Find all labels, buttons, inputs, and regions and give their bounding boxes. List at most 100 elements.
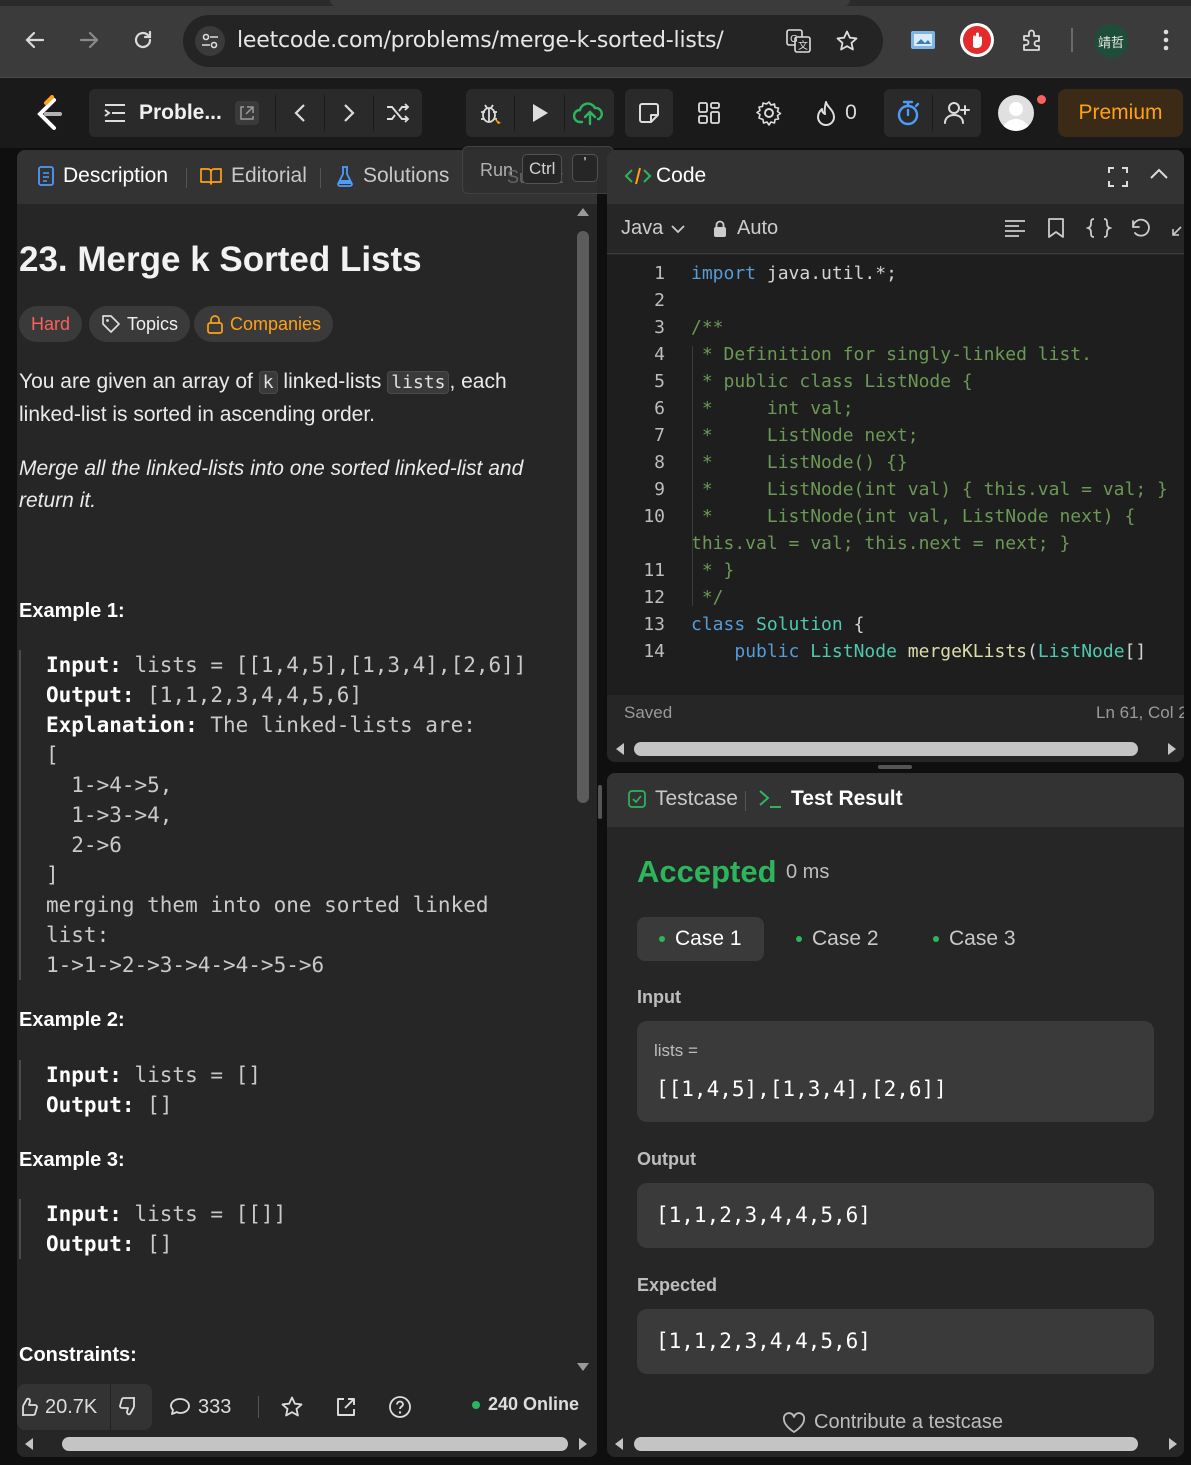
description-scrollbar[interactable] [576, 205, 590, 1375]
timer-button[interactable] [884, 89, 932, 137]
premium-button[interactable]: Premium [1058, 89, 1183, 137]
auto-mode-toggle[interactable]: Auto [713, 217, 778, 240]
case-pass-dot [796, 936, 802, 942]
settings-button[interactable] [746, 89, 792, 137]
scroll-thumb[interactable] [577, 231, 589, 803]
undo-icon [1132, 218, 1150, 237]
note-icon [639, 103, 659, 123]
vertical-resize-handle[interactable] [598, 785, 602, 819]
invite-button[interactable] [933, 89, 981, 137]
share-button[interactable] [334, 1395, 358, 1424]
result-hscroll-thumb[interactable] [634, 1437, 1138, 1451]
online-count: 240 Online [472, 1394, 579, 1415]
line-number: 4 [654, 344, 665, 365]
tab-editorial[interactable]: Editorial [199, 164, 307, 188]
tab-test-result[interactable]: Test Result [757, 787, 903, 811]
example-1-block: Input: lists = [[1,4,5],[1,3,4],[2,6]] O… [19, 650, 526, 980]
streak-counter[interactable]: 0 [808, 89, 864, 137]
adblock-extension-icon[interactable] [959, 22, 995, 58]
explanation-line: list: [46, 923, 110, 947]
reload-button[interactable] [125, 22, 161, 58]
reset-code-button[interactable] [1129, 217, 1151, 244]
code-hscroll-track [607, 737, 1184, 762]
case-label: Case 1 [675, 927, 742, 950]
bookmark-star-icon[interactable] [829, 23, 865, 59]
problem-list-button[interactable]: Proble... [89, 89, 274, 137]
address-bar[interactable]: leetcode.com/problems/merge-k-sorted-lis… [183, 15, 883, 67]
help-button[interactable] [388, 1395, 412, 1424]
braces-button[interactable] [1085, 217, 1113, 244]
submit-button[interactable] [565, 89, 614, 137]
tab-testcase[interactable]: Testcase [627, 787, 738, 811]
layout-button[interactable] [686, 89, 732, 137]
expected-value: [1,1,2,3,4,4,5,6] [656, 1329, 871, 1353]
output-label: Output: [46, 1232, 135, 1256]
back-button[interactable] [17, 22, 53, 58]
code-text: * ListNode(int val) { this.val = val; } [691, 479, 1168, 500]
tab-code[interactable]: Code [624, 164, 706, 188]
leetcode-logo[interactable] [32, 95, 66, 138]
line-number: 8 [654, 452, 665, 473]
code-line: 4 * Definition for singly-linked list. [607, 344, 1184, 371]
line-number: 3 [654, 317, 665, 338]
run-button[interactable] [515, 89, 564, 137]
code-text: this.val = val; this.next = next; } [691, 533, 1071, 554]
collapse-button[interactable] [1149, 167, 1169, 186]
dislike-button[interactable] [116, 1395, 142, 1424]
profile-avatar[interactable]: 靖哲 [1094, 24, 1128, 58]
case-tab-1[interactable]: Case 1 [637, 917, 764, 961]
case-tab-2[interactable]: Case 2 [774, 917, 901, 961]
example-2-block: Input: lists = [] Output: [] [19, 1060, 261, 1120]
translate-icon[interactable]: G文 [781, 23, 817, 59]
screenshot-extension-icon[interactable] [905, 22, 941, 58]
bookmark-button[interactable] [1047, 217, 1065, 244]
site-settings-icon[interactable] [195, 26, 225, 56]
debug-button[interactable] [466, 89, 514, 137]
favorite-button[interactable] [280, 1395, 304, 1424]
contribute-testcase-button[interactable]: Contribute a testcase [782, 1411, 1003, 1434]
companies-tag-button[interactable]: Companies [194, 306, 334, 342]
discussion-button[interactable]: 333 [168, 1384, 231, 1430]
expand-editor-button[interactable] [1171, 224, 1183, 242]
stopwatch-icon [897, 100, 920, 126]
inline-code-lists: lists [387, 371, 450, 394]
notes-button[interactable] [625, 89, 673, 137]
scroll-right-arrow-icon [1169, 1438, 1177, 1450]
case-tab-3[interactable]: Case 3 [911, 917, 1038, 961]
play-icon [532, 104, 548, 122]
star-icon [281, 1396, 303, 1417]
next-problem-button[interactable] [325, 89, 373, 137]
code-hscroll-thumb[interactable] [634, 742, 1138, 756]
code-line: 7 * ListNode next; [607, 425, 1184, 452]
tab-solutions[interactable]: Solutions [335, 164, 449, 188]
format-button[interactable] [1004, 218, 1026, 243]
code-editor[interactable]: 1 import java.util.*; 2 3 /** 4 * Definition … [607, 255, 1184, 695]
example-input: lists = [[1,4,5],[1,3,4],[2,6]] [121, 653, 527, 677]
forward-button[interactable] [71, 22, 107, 58]
tab-description[interactable]: Description [37, 164, 168, 188]
browser-menu-icon[interactable] [1148, 22, 1184, 58]
footer-divider [258, 1396, 259, 1418]
expected-box: [1,1,2,3,4,4,5,6] [637, 1309, 1154, 1374]
reload-icon [134, 30, 152, 49]
explanation-line: [ [46, 743, 59, 767]
panel-resize-handle[interactable] [878, 765, 912, 769]
problem-list-label: Proble... [139, 101, 222, 124]
input-box: lists = [[1,4,5],[1,3,4],[2,6]] [637, 1021, 1154, 1122]
code-text: * ListNode() {} [691, 452, 908, 473]
language-select[interactable]: Java [621, 217, 685, 240]
like-button[interactable]: 20.7K [17, 1384, 97, 1430]
description-hscroll-thumb[interactable] [62, 1437, 568, 1451]
gear-icon [756, 101, 782, 126]
user-avatar[interactable] [998, 95, 1034, 131]
random-problem-button[interactable] [374, 89, 422, 137]
explanation-line: merging them into one sorted linked [46, 893, 489, 917]
maximize-button[interactable] [1107, 166, 1129, 193]
topics-tag-button[interactable]: Topics [89, 306, 191, 342]
line-number: 7 [654, 425, 665, 446]
share-icon [337, 1398, 355, 1416]
line-number: 10 [643, 506, 665, 527]
code-text: * ListNode next; [691, 425, 919, 446]
extensions-puzzle-icon[interactable] [1015, 22, 1051, 58]
previous-problem-button[interactable] [276, 89, 324, 137]
